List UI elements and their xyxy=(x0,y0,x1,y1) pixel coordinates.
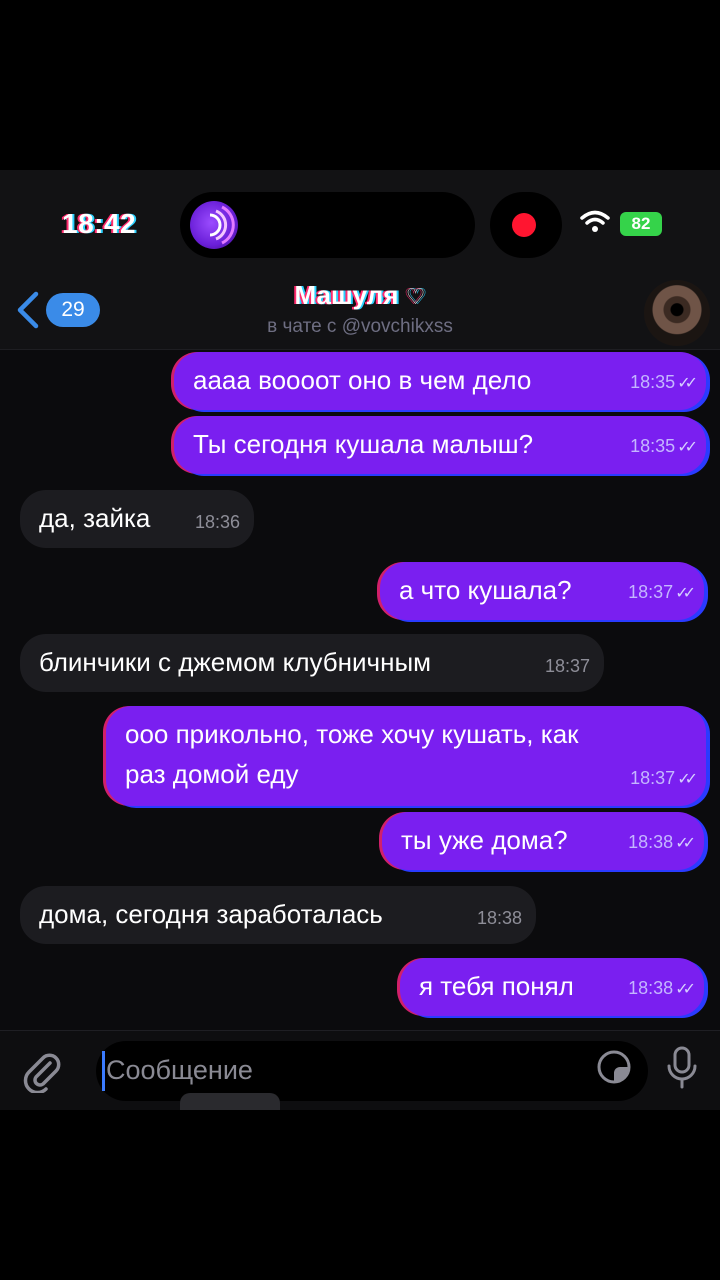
home-indicator xyxy=(180,1093,280,1110)
message-bubble[interactable]: да, зайка 18:36 xyxy=(20,490,254,548)
message-time: 18:35 xyxy=(630,436,676,456)
phone-screen: 18:42 82 29 Машуля ♡ в чате с @vovchikxs… xyxy=(0,170,720,1110)
message-meta: 18:35 ✓✓ xyxy=(630,362,698,404)
message-input-placeholder: Сообщение xyxy=(106,1055,253,1085)
dynamic-island xyxy=(180,192,475,258)
heart-icon: ♡ xyxy=(405,284,426,309)
read-check-icon: ✓✓ xyxy=(675,835,696,852)
chat-title-text: Машуля xyxy=(294,280,399,310)
message-text: дома, сегодня заработалась xyxy=(39,899,383,929)
read-check-icon: ✓✓ xyxy=(675,585,696,602)
read-check-icon: ✓✓ xyxy=(675,981,696,998)
sticker-icon[interactable] xyxy=(596,1049,632,1090)
read-check-icon: ✓✓ xyxy=(677,771,698,788)
message-meta: 18:38 ✓✓ xyxy=(628,822,696,864)
paperclip-icon[interactable] xyxy=(20,1049,64,1098)
message-text: а что кушала? xyxy=(399,575,572,605)
message-text: я тебя понял xyxy=(419,971,574,1001)
message-bubble[interactable]: Ты сегодня кушала малыш? 18:35 ✓✓ xyxy=(174,416,706,474)
message-text: блинчики с джемом клубничным xyxy=(39,647,432,677)
message-time: 18:37 xyxy=(628,582,674,602)
message-meta: 18:35 ✓✓ xyxy=(630,426,698,468)
message-time: 18:37 xyxy=(544,656,590,676)
battery-icon: 82 xyxy=(620,212,662,236)
avatar[interactable] xyxy=(644,280,710,346)
chat-title[interactable]: Машуля ♡ xyxy=(0,280,720,311)
text-caret xyxy=(102,1051,105,1091)
message-text: аааа воооот оно в чем дело xyxy=(193,365,532,395)
message-time: 18:38 xyxy=(628,832,674,852)
message-input[interactable]: Сообщение xyxy=(96,1041,648,1101)
message-time: 18:36 xyxy=(194,512,240,532)
message-bubble[interactable]: дома, сегодня заработалась 18:38 xyxy=(20,886,536,944)
message-bubble[interactable]: ты уже дома? 18:38 ✓✓ xyxy=(382,812,704,870)
wifi-icon xyxy=(580,210,610,239)
message-meta: 18:38 ✓✓ xyxy=(628,968,696,1010)
message-time: 18:38 xyxy=(628,978,674,998)
message-list[interactable]: аааа воооот оно в чем дело 18:35 ✓✓ Ты се… xyxy=(0,350,720,1030)
read-check-icon: ✓✓ xyxy=(677,439,698,456)
message-bubble[interactable]: а что кушала? 18:37 ✓✓ xyxy=(380,562,704,620)
composer-bar: Сообщение xyxy=(0,1030,720,1110)
message-meta: 18:37 ✓✓ xyxy=(630,758,698,800)
microphone-icon[interactable] xyxy=(664,1045,700,1096)
app-activity-icon xyxy=(190,201,238,249)
message-bubble[interactable]: аааа воооот оно в чем дело 18:35 ✓✓ xyxy=(174,352,706,410)
message-bubble[interactable]: я тебя понял 18:38 ✓✓ xyxy=(400,958,704,1016)
message-meta: 18:37 ✓✓ xyxy=(628,572,696,614)
message-text: Ты сегодня кушала малыш? xyxy=(193,429,534,459)
message-time: 18:38 xyxy=(476,908,522,928)
recording-dot-icon xyxy=(512,213,536,237)
status-bar: 18:42 82 xyxy=(0,170,720,280)
message-text: ооо прикольно, тоже хочу кушать, как xyxy=(125,719,579,749)
message-bubble[interactable]: ооо прикольно, тоже хочу кушать, как раз… xyxy=(106,706,706,806)
message-bubble[interactable]: блинчики с джемом клубничным 18:37 xyxy=(20,634,604,692)
message-text: да, зайка xyxy=(39,503,151,533)
message-time: 18:35 xyxy=(630,372,676,392)
message-time: 18:37 xyxy=(630,768,676,788)
message-text: ты уже дома? xyxy=(401,825,568,855)
chat-header: 29 Машуля ♡ в чате с @vovchikxss xyxy=(0,280,720,350)
recording-indicator xyxy=(490,192,562,258)
read-check-icon: ✓✓ xyxy=(677,375,698,392)
status-time: 18:42 xyxy=(62,208,137,239)
message-text-line2: раз домой еду xyxy=(125,759,299,789)
chat-subtitle: в чате с @vovchikxss xyxy=(267,316,453,337)
